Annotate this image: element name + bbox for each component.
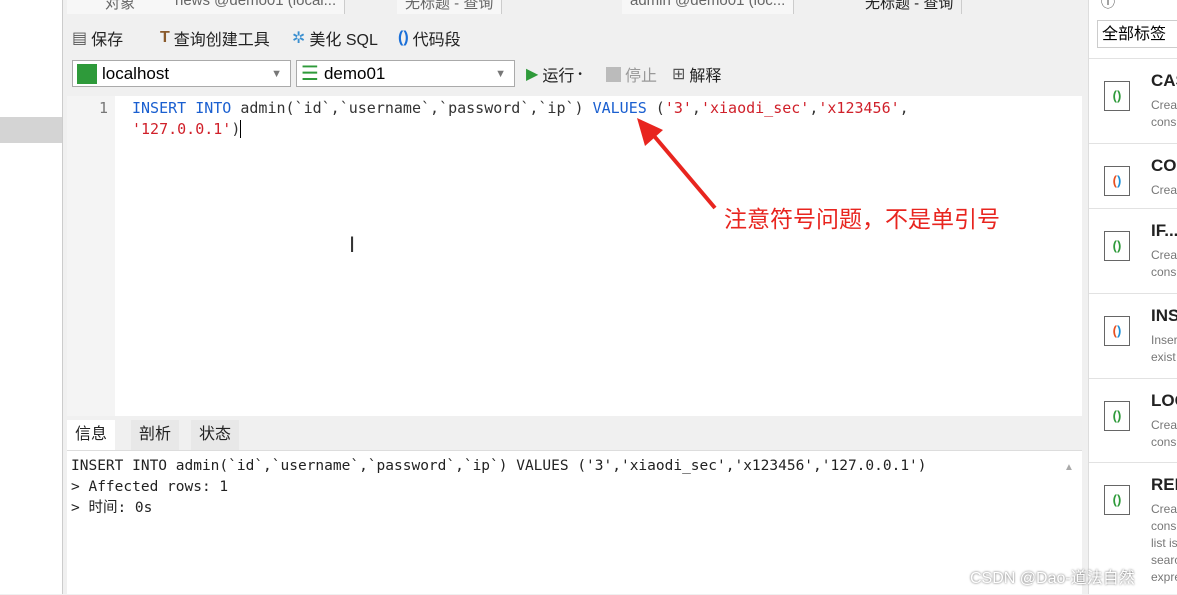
snippet-description: Crea cons bbox=[1151, 98, 1177, 129]
tab-message[interactable]: 信息 bbox=[67, 420, 116, 450]
result-tabs: 信息 剖析 状态 bbox=[67, 418, 1082, 451]
snippet-title: CO bbox=[1151, 156, 1177, 175]
code-line-2: '127.0.0.1') bbox=[132, 120, 242, 138]
mysql-connection-icon bbox=[77, 63, 97, 84]
play-icon: ▶ bbox=[526, 66, 539, 83]
tab-status[interactable]: 状态 bbox=[191, 420, 240, 450]
snippet-file-icon: () bbox=[1104, 316, 1130, 346]
snippet-panel: ⓘ 全部标签 () CAS Crea cons () CO Crea () IF... Crea… bbox=[1088, 0, 1177, 594]
snippet-file-icon: () bbox=[1104, 166, 1130, 196]
snippet-description: Crea bbox=[1151, 183, 1177, 197]
annotation-text: 注意符号问题，不是单引号 bbox=[724, 206, 1000, 232]
query-builder-button[interactable]: T 查询创建工具 bbox=[160, 26, 270, 50]
snippet-description: Crea cons list is searc expre bbox=[1151, 502, 1177, 584]
snippet-button[interactable]: () 代码段 bbox=[398, 26, 461, 50]
tab-untitled-query-1[interactable]: 无标题 - 查询 bbox=[397, 0, 503, 14]
hammer-icon: T bbox=[160, 29, 170, 46]
run-button[interactable]: ▶ 运行 • bbox=[526, 62, 582, 86]
tab-admin[interactable]: admin @demo01 (loc... bbox=[622, 0, 795, 14]
line-gutter: 1 bbox=[67, 96, 115, 416]
tab-untitled-query-2[interactable]: 无标题 - 查询 bbox=[857, 0, 963, 14]
info-icon[interactable]: ⓘ bbox=[1101, 0, 1115, 12]
snippet-title: REF bbox=[1151, 475, 1177, 494]
snippet-item[interactable]: () CO Crea bbox=[1089, 143, 1177, 209]
database-icon: ☰ bbox=[301, 63, 319, 85]
snippet-description: Inser exist bbox=[1151, 333, 1177, 364]
beautify-sql-button[interactable]: ✲ 美化 SQL bbox=[292, 26, 378, 50]
tag-filter-select[interactable]: 全部标签 bbox=[1097, 20, 1177, 48]
line-number: 1 bbox=[99, 99, 109, 117]
snippet-file-icon: () bbox=[1104, 231, 1130, 261]
message-line: > Affected rows: 1 bbox=[71, 479, 229, 495]
snippet-item[interactable]: () INS Inser exist bbox=[1089, 293, 1177, 379]
snippet-file-icon: () bbox=[1104, 485, 1130, 515]
run-dropdown-icon[interactable]: • bbox=[578, 69, 582, 80]
snippet-title: IF... bbox=[1151, 221, 1177, 240]
explain-icon: ⊞ bbox=[672, 66, 686, 83]
snippet-item[interactable]: () CAS Crea cons bbox=[1089, 58, 1177, 144]
tab-profile[interactable]: 剖析 bbox=[131, 420, 180, 450]
code-line-1: INSERT INTO admin(`id`,`username`,`passw… bbox=[132, 99, 909, 117]
snippet-title: LOO bbox=[1151, 391, 1177, 410]
scroll-up-icon[interactable]: ▲ bbox=[1064, 462, 1074, 473]
tab-bar: 对象 news @demo01 (local... 无标题 - 查询 admin… bbox=[67, 0, 1082, 14]
snippet-item[interactable]: () IF... Crea cons bbox=[1089, 208, 1177, 294]
parentheses-icon: () bbox=[398, 29, 409, 46]
selected-object-row[interactable] bbox=[0, 117, 62, 143]
tab-news[interactable]: news @demo01 (local... bbox=[167, 0, 346, 14]
snippet-file-icon: () bbox=[1104, 401, 1130, 431]
result-panel: 信息 剖析 状态 INSERT INTO admin(`id`,`usernam… bbox=[67, 418, 1082, 594]
chevron-down-icon: ▼ bbox=[271, 67, 282, 80]
message-line: > 时间: 0s bbox=[71, 500, 153, 516]
snippet-title: INS bbox=[1151, 306, 1177, 325]
stop-button[interactable]: 停止 bbox=[606, 62, 657, 86]
snippet-description: Crea cons bbox=[1151, 248, 1177, 279]
snippet-description: Crea cons bbox=[1151, 418, 1177, 449]
magic-wand-icon: ✲ bbox=[292, 30, 306, 47]
save-button[interactable]: ▤ 保存 bbox=[72, 26, 123, 50]
annotation-arrow bbox=[637, 118, 717, 210]
explain-button[interactable]: ⊞ 解释 bbox=[672, 62, 721, 86]
text-cursor-icon: I bbox=[349, 232, 356, 257]
tab-objects[interactable]: 对象 bbox=[67, 0, 174, 14]
chevron-down-icon: ▼ bbox=[495, 67, 506, 80]
snippet-file-icon: () bbox=[1104, 81, 1130, 111]
snippet-title: CAS bbox=[1151, 71, 1177, 90]
message-line: INSERT INTO admin(`id`,`username`,`passw… bbox=[71, 458, 927, 474]
snippet-item[interactable]: () LOO Crea cons bbox=[1089, 378, 1177, 463]
save-icon: ▤ bbox=[72, 30, 88, 47]
sql-editor[interactable]: 1 INSERT INTO admin(`id`,`username`,`pas… bbox=[67, 96, 1082, 416]
object-panel bbox=[0, 0, 63, 594]
database-select[interactable]: ☰ demo01 ▼ bbox=[296, 60, 515, 87]
connection-select[interactable]: localhost ▼ bbox=[72, 60, 291, 87]
stop-icon bbox=[606, 66, 621, 82]
watermark: CSDN @Dao-道法自然 bbox=[970, 570, 1135, 587]
